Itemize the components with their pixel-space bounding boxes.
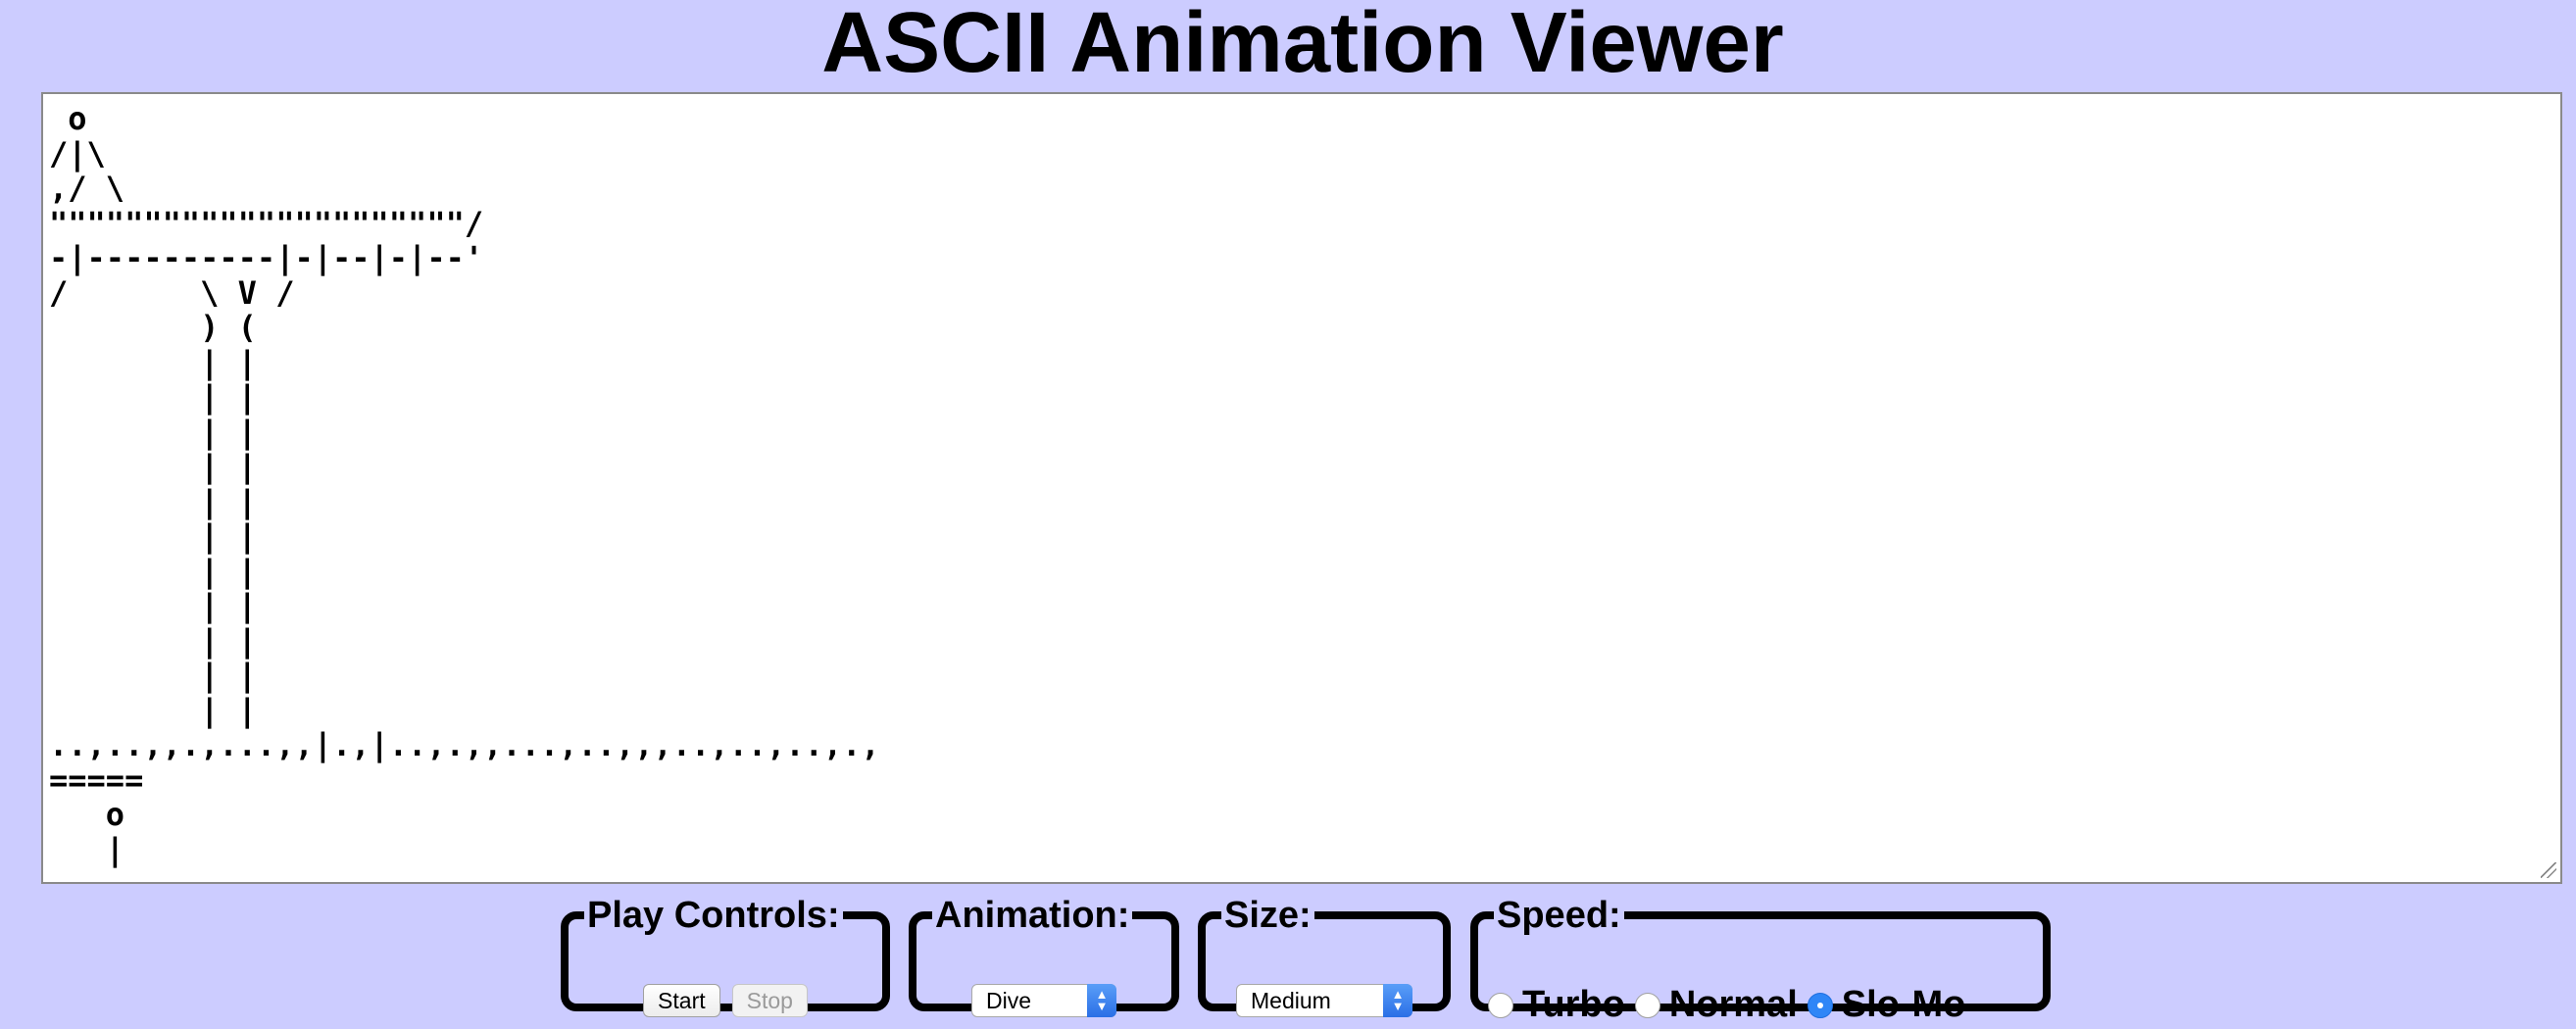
select-arrows-icon: ▲ ▼ (1087, 984, 1116, 1017)
play-controls-group: Play Controls: Start Stop (561, 895, 890, 1017)
start-button[interactable]: Start (643, 984, 720, 1017)
play-controls-legend: Play Controls: (587, 895, 840, 936)
size-select-value: Medium (1251, 988, 1331, 1013)
animation-legend: Animation: (935, 895, 1130, 936)
speed-legend: Speed: (1497, 895, 1621, 936)
speed-slomo-label[interactable]: Slo-Mo (1842, 984, 1966, 1026)
select-arrows-icon: ▲ ▼ (1383, 984, 1412, 1017)
speed-turbo-label[interactable]: Turbo (1522, 984, 1625, 1026)
size-select[interactable]: Medium ▲ ▼ (1236, 984, 1412, 1017)
size-legend: Size: (1224, 895, 1312, 936)
speed-turbo-radio[interactable] (1488, 992, 1513, 1018)
animation-select-value: Dive (986, 988, 1032, 1013)
speed-group: Speed: Turbo Normal Slo-Mo (1470, 895, 2051, 1025)
page-title: ASCII Animation Viewer (821, 0, 1784, 90)
animation-group: Animation: Dive ▲ ▼ (909, 895, 1179, 1017)
size-group: Size: Medium ▲ ▼ (1198, 895, 1451, 1017)
speed-normal-label[interactable]: Normal (1669, 984, 1798, 1026)
textarea-resize-grip[interactable] (2541, 862, 2556, 878)
speed-normal-radio[interactable] (1634, 992, 1660, 1018)
animation-select[interactable]: Dive ▲ ▼ (971, 984, 1116, 1017)
speed-slomo-radio[interactable] (1807, 992, 1833, 1018)
animation-textarea[interactable]: o /|\ ,/ \ """"""""""""""""""""""/ -|---… (41, 92, 2562, 884)
speed-radio-group: Turbo Normal Slo-Mo (1478, 984, 1965, 1026)
stop-button[interactable]: Stop (731, 984, 808, 1017)
